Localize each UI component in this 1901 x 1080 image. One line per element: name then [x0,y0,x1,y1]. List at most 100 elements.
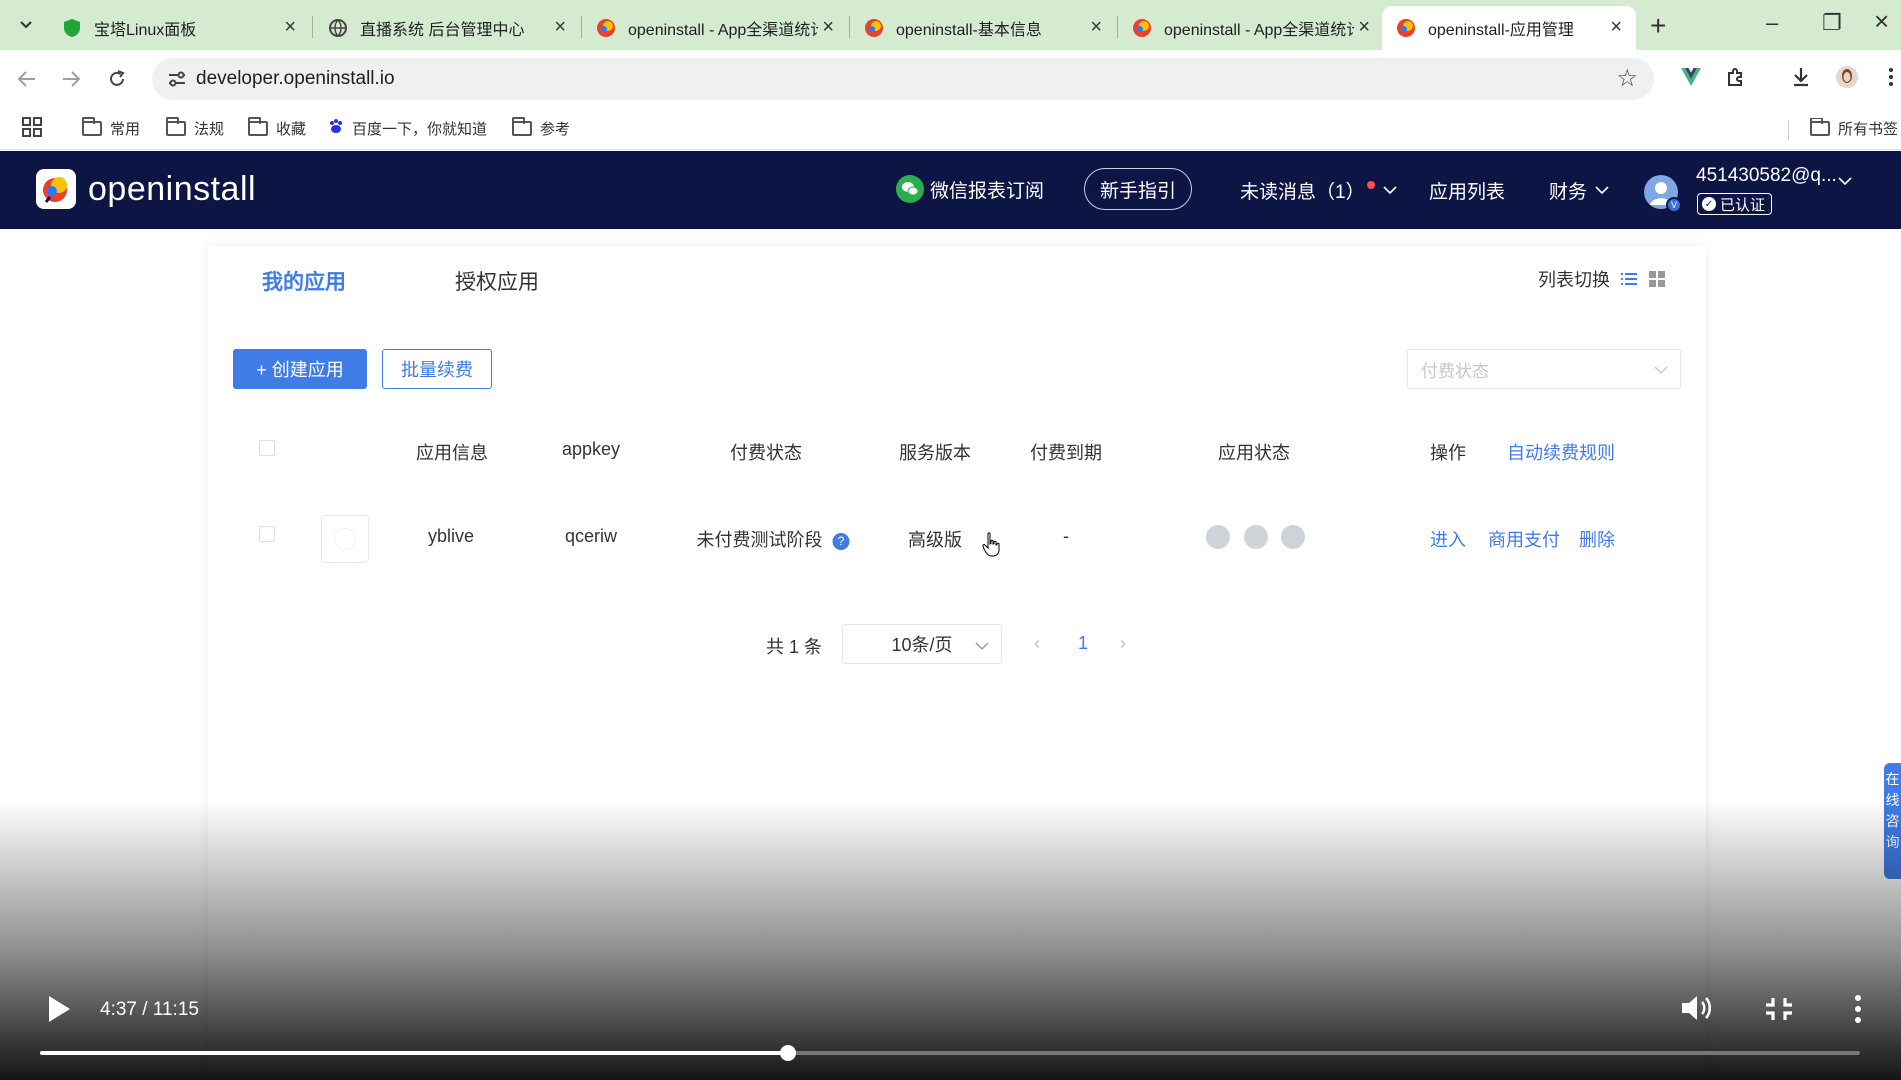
close-icon[interactable]: × [1358,16,1370,39]
folder-icon [82,117,102,136]
browser-tab-3[interactable]: openinstall - App全渠道统计 × [582,6,848,50]
expiry-date: - [1063,526,1069,546]
view-switch: 列表切换 [1538,266,1666,292]
create-app-button[interactable]: + 创建应用 [233,349,367,389]
col-pay-status: 付费状态 [730,443,802,463]
browser-tab-6-active[interactable]: openinstall-应用管理 × [1382,6,1636,50]
bookmark-item[interactable]: 法规 [166,117,225,139]
wechat-report-link[interactable]: 微信报表订阅 [896,175,1044,203]
col-actions: 操作 [1430,443,1466,463]
bookmark-item[interactable]: 百度一下，你就知道 [328,118,487,139]
page-number[interactable]: 1 [1078,633,1088,654]
tab-authorized-apps[interactable]: 授权应用 [455,266,539,296]
enter-link[interactable]: 进入 [1430,526,1466,552]
video-progress-knob[interactable] [780,1045,797,1061]
site-header: openinstall 微信报表订阅 新手指引 未读消息（1） 应用列表 财务 … [0,151,1901,229]
wechat-icon [896,175,924,203]
back-button[interactable] [12,64,42,94]
unread-messages-link[interactable]: 未读消息（1） [1240,177,1397,204]
bookmark-label: 参考 [540,121,571,138]
close-icon[interactable]: × [284,16,296,39]
play-button[interactable] [46,994,72,1029]
tab-search-button[interactable] [12,12,40,38]
profile-avatar[interactable] [1832,62,1862,92]
download-icon[interactable] [1786,62,1816,92]
next-page-icon[interactable]: › [1120,633,1126,654]
openinstall-icon [1132,18,1152,38]
logo-text: openinstall [88,169,257,208]
list-view-icon[interactable] [1620,270,1638,288]
volume-button[interactable] [1680,993,1714,1028]
chevron-down-icon[interactable] [1838,177,1852,186]
bookmarks-bar: 常用 法规 收藏 百度一下，你就知道 参考 所有书签 [0,108,1901,150]
batch-renew-button[interactable]: 批量续费 [382,349,492,389]
page-size-select[interactable]: 10条/页 [842,624,1002,664]
video-controls-gradient [0,800,1901,1080]
close-icon[interactable]: × [1090,16,1102,39]
select-all-checkbox[interactable] [259,440,275,456]
close-window-button[interactable]: × [1874,6,1889,37]
extensions-icon[interactable] [1720,62,1750,92]
auto-renew-rule-link[interactable]: 自动续费规则 [1507,439,1615,465]
bookmark-label: 法规 [194,121,225,138]
bookmark-label: 收藏 [276,121,307,138]
android-icon [1206,525,1230,549]
browser-tab-5[interactable]: openinstall - App全渠道统计 × [1118,6,1384,50]
more-options-button[interactable] [1854,994,1862,1029]
delete-link[interactable]: 删除 [1579,526,1615,552]
pager-total: 共 1 条 [766,637,823,657]
bookmark-star-icon[interactable]: ☆ [1616,64,1638,93]
browser-tab-4[interactable]: openinstall-基本信息 × [850,6,1116,50]
bookmark-item[interactable]: 常用 [82,117,140,139]
browser-tab-1[interactable]: 宝塔Linux面板 × [48,6,310,50]
app-list-link[interactable]: 应用列表 [1429,177,1505,204]
bookmark-item[interactable]: 收藏 [248,117,307,139]
address-bar[interactable]: developer.openinstall.io ☆ [152,58,1654,100]
tab-divider [312,16,313,38]
user-email[interactable]: 451430582@q... [1696,165,1837,187]
close-icon[interactable]: × [1610,16,1622,39]
close-icon[interactable]: × [554,16,566,39]
user-avatar[interactable]: V [1644,175,1682,213]
exit-fullscreen-button[interactable] [1764,996,1794,1027]
app-tabs: 我的应用 授权应用 列表切换 [208,246,1706,306]
tab-title: 直播系统 后台管理中心 [360,22,525,39]
more-vert-icon [1855,995,1861,1023]
tab-title: openinstall-基本信息 [896,22,1042,39]
app-list-label: 应用列表 [1429,182,1506,203]
bookmark-label: 百度一下，你就知道 [352,121,488,138]
openinstall-logo[interactable]: openinstall [36,169,256,209]
openinstall-icon [1396,18,1416,38]
prev-page-icon[interactable]: ‹ [1034,633,1040,654]
bookmark-item[interactable]: 参考 [512,117,571,139]
tab-my-apps[interactable]: 我的应用 [262,266,346,296]
grid-view-icon[interactable] [1648,270,1666,288]
forward-button[interactable] [56,64,86,94]
apple-icon [1244,525,1268,549]
browser-tab-2[interactable]: 直播系统 后台管理中心 × [314,6,580,50]
help-icon[interactable]: ? [832,532,850,550]
url-text[interactable]: developer.openinstall.io [196,68,395,90]
pay-status-select[interactable]: 付费状态 [1407,349,1681,389]
guide-button[interactable]: 新手指引 [1084,168,1192,210]
row-checkbox[interactable] [259,526,275,542]
browser-tabstrip: 宝塔Linux面板 × 直播系统 后台管理中心 × openinstall - … [0,0,1901,50]
new-tab-button[interactable]: + [1650,10,1666,42]
play-icon [49,996,70,1022]
chevron-down-icon [1654,366,1668,375]
more-vert-icon[interactable] [1876,62,1901,92]
commercial-pay-link[interactable]: 商用支付 [1488,526,1560,552]
reload-button[interactable] [102,64,132,94]
restore-button[interactable]: ❐ [1822,10,1842,36]
finance-menu[interactable]: 财务 [1549,177,1609,204]
reload-icon [110,70,125,86]
video-progress-bar[interactable] [40,1045,1860,1061]
verified-badge: ✓ 已认证 [1697,193,1773,215]
all-bookmarks[interactable]: 所有书签 [1810,118,1901,139]
apps-grid-icon[interactable] [22,117,42,137]
vue-devtools-icon[interactable] [1676,62,1706,92]
close-icon[interactable]: × [822,16,834,39]
minimize-button[interactable]: – [1766,10,1778,36]
page-size-label: 10条/页 [891,635,953,655]
site-settings-icon[interactable] [166,68,188,90]
